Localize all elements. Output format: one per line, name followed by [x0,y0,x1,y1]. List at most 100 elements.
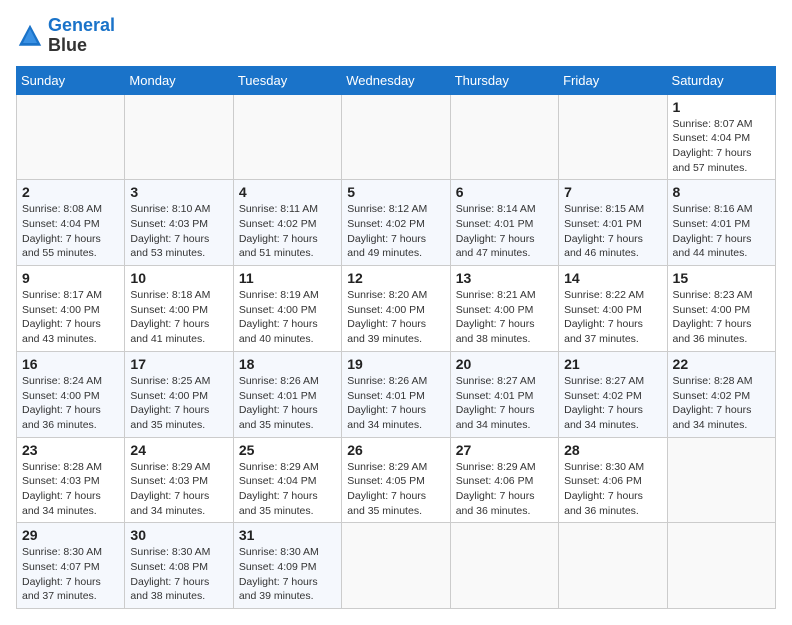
calendar-week-4: 23Sunrise: 8:28 AM Sunset: 4:03 PM Dayli… [17,437,776,523]
day-details: Sunrise: 8:26 AM Sunset: 4:01 PM Dayligh… [347,375,427,431]
day-number: 9 [22,270,119,286]
day-details: Sunrise: 8:10 AM Sunset: 4:03 PM Dayligh… [130,203,210,259]
day-details: Sunrise: 8:16 AM Sunset: 4:01 PM Dayligh… [673,203,753,259]
calendar-cell: 17 Sunrise: 8:25 AM Sunset: 4:00 PM Dayli… [125,351,233,437]
day-details: Sunrise: 8:29 AM Sunset: 4:04 PM Dayligh… [239,461,319,517]
day-number: 6 [456,184,553,200]
col-header-wednesday: Wednesday [342,66,450,94]
day-number: 3 [130,184,227,200]
col-header-sunday: Sunday [17,66,125,94]
day-number: 15 [673,270,770,286]
day-number: 19 [347,356,444,372]
day-number: 26 [347,442,444,458]
calendar-cell: 6Sunrise: 8:14 AM Sunset: 4:01 PM Daylig… [450,180,558,266]
calendar-cell: 23Sunrise: 8:28 AM Sunset: 4:03 PM Dayli… [17,437,125,523]
calendar-week-1: 2 Sunrise: 8:08 AM Sunset: 4:04 PM Daylig… [17,180,776,266]
page-header: General Blue [16,16,776,56]
calendar-cell: 20Sunrise: 8:27 AM Sunset: 4:01 PM Dayli… [450,351,558,437]
calendar-cell: 25 Sunrise: 8:29 AM Sunset: 4:04 PM Dayli… [233,437,341,523]
day-details: Sunrise: 8:15 AM Sunset: 4:01 PM Dayligh… [564,203,644,259]
calendar-cell [559,94,667,180]
day-details: Sunrise: 8:26 AM Sunset: 4:01 PM Dayligh… [239,375,319,431]
day-details: Sunrise: 8:28 AM Sunset: 4:02 PM Dayligh… [673,375,753,431]
calendar-cell: 5 Sunrise: 8:12 AM Sunset: 4:02 PM Daylig… [342,180,450,266]
day-number: 14 [564,270,661,286]
calendar-cell: 22 Sunrise: 8:28 AM Sunset: 4:02 PM Dayli… [667,351,775,437]
day-number: 5 [347,184,444,200]
calendar-cell: 28Sunrise: 8:30 AM Sunset: 4:06 PM Dayli… [559,437,667,523]
logo-line2: Blue [48,36,115,56]
day-details: Sunrise: 8:12 AM Sunset: 4:02 PM Dayligh… [347,203,427,259]
calendar-cell [125,94,233,180]
day-number: 30 [130,527,227,543]
col-header-monday: Monday [125,66,233,94]
day-number: 12 [347,270,444,286]
calendar-cell: 3 Sunrise: 8:10 AM Sunset: 4:03 PM Daylig… [125,180,233,266]
day-number: 21 [564,356,661,372]
calendar-cell: 14Sunrise: 8:22 AM Sunset: 4:00 PM Dayli… [559,266,667,352]
day-number: 16 [22,356,119,372]
day-details: Sunrise: 8:29 AM Sunset: 4:03 PM Dayligh… [130,461,210,517]
day-details: Sunrise: 8:11 AM Sunset: 4:02 PM Dayligh… [239,203,318,259]
calendar-cell: 30Sunrise: 8:30 AM Sunset: 4:08 PM Dayli… [125,523,233,609]
day-details: Sunrise: 8:27 AM Sunset: 4:02 PM Dayligh… [564,375,644,431]
calendar-cell [233,94,341,180]
calendar-cell: 12 Sunrise: 8:20 AM Sunset: 4:00 PM Dayli… [342,266,450,352]
calendar-cell [450,94,558,180]
day-details: Sunrise: 8:29 AM Sunset: 4:06 PM Dayligh… [456,461,536,517]
col-header-tuesday: Tuesday [233,66,341,94]
day-number: 4 [239,184,336,200]
day-number: 8 [673,184,770,200]
day-number: 2 [22,184,119,200]
calendar-cell: 15 Sunrise: 8:23 AM Sunset: 4:00 PM Dayli… [667,266,775,352]
calendar-cell [667,437,775,523]
logo-icon [16,22,44,50]
calendar-cell: 9 Sunrise: 8:17 AM Sunset: 4:00 PM Daylig… [17,266,125,352]
day-details: Sunrise: 8:23 AM Sunset: 4:00 PM Dayligh… [673,289,753,345]
day-number: 17 [130,356,227,372]
day-number: 7 [564,184,661,200]
day-number: 13 [456,270,553,286]
day-number: 24 [130,442,227,458]
calendar-week-3: 16Sunrise: 8:24 AM Sunset: 4:00 PM Dayli… [17,351,776,437]
calendar-cell: 29 Sunrise: 8:30 AM Sunset: 4:07 PM Dayli… [17,523,125,609]
day-number: 10 [130,270,227,286]
logo-line1: General [48,16,115,36]
day-details: Sunrise: 8:29 AM Sunset: 4:05 PM Dayligh… [347,461,427,517]
calendar-cell: 19 Sunrise: 8:26 AM Sunset: 4:01 PM Dayli… [342,351,450,437]
calendar-cell: 16Sunrise: 8:24 AM Sunset: 4:00 PM Dayli… [17,351,125,437]
day-number: 18 [239,356,336,372]
col-header-saturday: Saturday [667,66,775,94]
day-number: 25 [239,442,336,458]
calendar-cell [342,523,450,609]
day-number: 28 [564,442,661,458]
day-details: Sunrise: 8:30 AM Sunset: 4:07 PM Dayligh… [22,546,102,602]
calendar-cell: 26 Sunrise: 8:29 AM Sunset: 4:05 PM Dayli… [342,437,450,523]
calendar-cell [450,523,558,609]
day-details: Sunrise: 8:21 AM Sunset: 4:00 PM Dayligh… [456,289,536,345]
day-details: Sunrise: 8:30 AM Sunset: 4:09 PM Dayligh… [239,546,319,602]
calendar-cell: 18 Sunrise: 8:26 AM Sunset: 4:01 PM Dayli… [233,351,341,437]
day-details: Sunrise: 8:17 AM Sunset: 4:00 PM Dayligh… [22,289,102,345]
calendar-table: SundayMondayTuesdayWednesdayThursdayFrid… [16,66,776,610]
calendar-week-5: 29 Sunrise: 8:30 AM Sunset: 4:07 PM Dayli… [17,523,776,609]
calendar-cell: 24 Sunrise: 8:29 AM Sunset: 4:03 PM Dayli… [125,437,233,523]
day-details: Sunrise: 8:27 AM Sunset: 4:01 PM Dayligh… [456,375,536,431]
day-number: 29 [22,527,119,543]
day-number: 1 [673,99,770,115]
day-details: Sunrise: 8:25 AM Sunset: 4:00 PM Dayligh… [130,375,210,431]
day-number: 22 [673,356,770,372]
day-details: Sunrise: 8:07 AM Sunset: 4:04 PM Dayligh… [673,118,753,174]
calendar-cell: 31Sunrise: 8:30 AM Sunset: 4:09 PM Dayli… [233,523,341,609]
day-details: Sunrise: 8:20 AM Sunset: 4:00 PM Dayligh… [347,289,427,345]
calendar-cell [559,523,667,609]
calendar-cell [17,94,125,180]
day-details: Sunrise: 8:18 AM Sunset: 4:00 PM Dayligh… [130,289,210,345]
calendar-cell: 1 Sunrise: 8:07 AM Sunset: 4:04 PM Daylig… [667,94,775,180]
calendar-cell: 21 Sunrise: 8:27 AM Sunset: 4:02 PM Dayli… [559,351,667,437]
day-number: 23 [22,442,119,458]
calendar-cell: 2 Sunrise: 8:08 AM Sunset: 4:04 PM Daylig… [17,180,125,266]
calendar-cell: 10 Sunrise: 8:18 AM Sunset: 4:00 PM Dayli… [125,266,233,352]
day-details: Sunrise: 8:08 AM Sunset: 4:04 PM Dayligh… [22,203,102,259]
calendar-cell: 8 Sunrise: 8:16 AM Sunset: 4:01 PM Daylig… [667,180,775,266]
